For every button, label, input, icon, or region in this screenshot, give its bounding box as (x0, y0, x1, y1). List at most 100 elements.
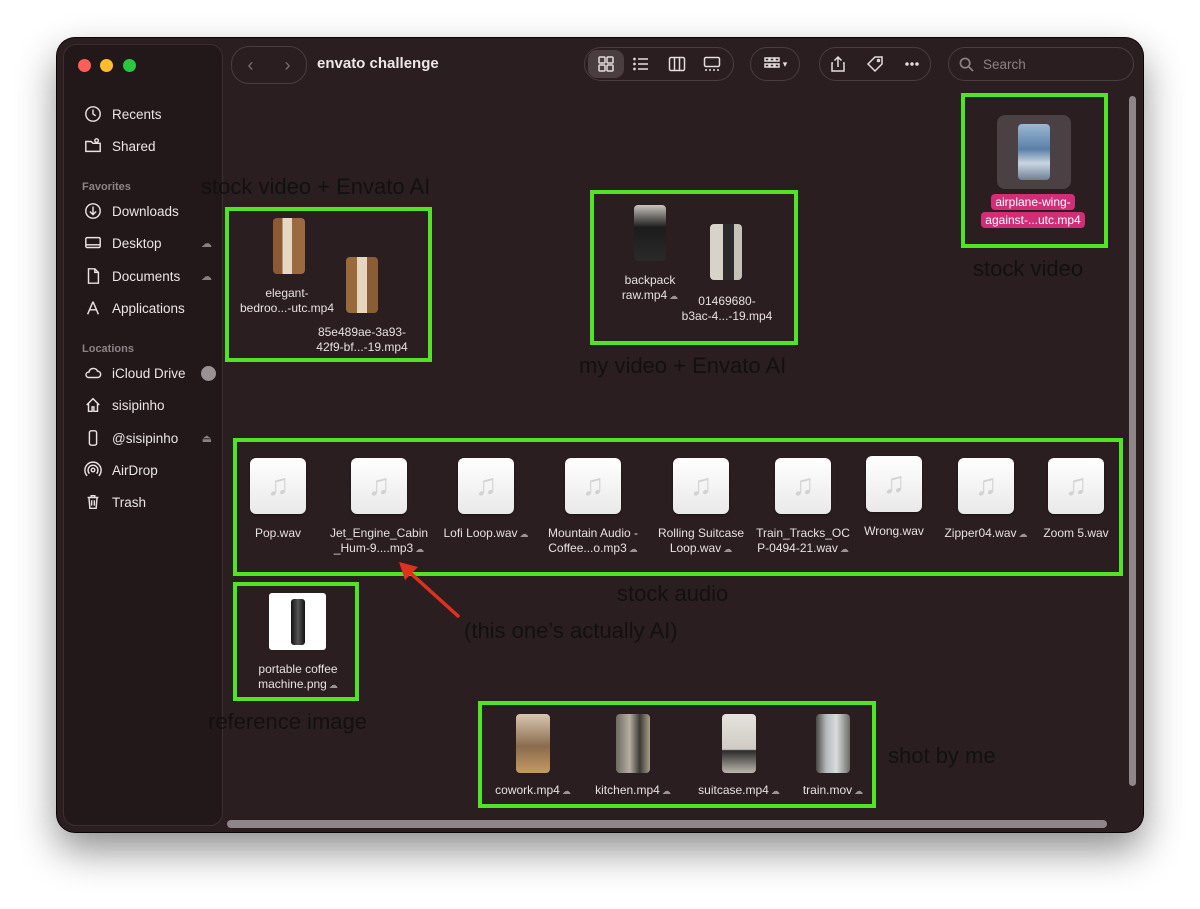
clock-icon (82, 104, 104, 124)
music-note-icon: ♫ (565, 458, 621, 514)
annotation-stock-audio: stock audio (617, 581, 729, 606)
gallery-icon (704, 56, 721, 71)
sidebar-item-device[interactable]: @sisipinho ⏏ (82, 427, 212, 449)
sidebar-item-desktop[interactable]: Desktop ☁ (82, 232, 212, 254)
music-note-icon: ♫ (250, 458, 306, 514)
sidebar: Recents Shared Favorites Downloads Deskt… (63, 44, 223, 826)
file-item[interactable]: ♫ Zoom 5.wav (1031, 458, 1121, 541)
icloud-status-icon: ☁ (561, 786, 571, 796)
action-group (819, 47, 931, 81)
file-thumbnail[interactable] (516, 714, 550, 773)
sidebar-item-shared[interactable]: Shared (82, 135, 212, 157)
file-thumbnail[interactable] (722, 714, 756, 773)
sidebar-item-trash[interactable]: Trash (82, 491, 212, 513)
sidebar-item-recents[interactable]: Recents (82, 103, 212, 125)
minimize-window-button[interactable] (100, 59, 113, 72)
music-note-icon: ♫ (673, 458, 729, 514)
file-thumbnail[interactable] (634, 205, 666, 261)
locations-header: Locations (82, 343, 134, 355)
file-item[interactable]: suitcase.mp4 ☁ (684, 783, 794, 799)
icon-view-button[interactable] (588, 50, 624, 78)
file-thumbnail[interactable] (816, 714, 850, 773)
music-note-icon: ♫ (458, 458, 514, 514)
file-item[interactable]: kitchen.mp4 ☁ (583, 783, 683, 799)
sidebar-item-icloud-drive[interactable]: iCloud Drive (82, 362, 216, 384)
download-icon (82, 201, 104, 221)
eject-icon[interactable]: ⏏ (202, 432, 212, 445)
file-item[interactable]: cowork.mp4 ☁ (483, 783, 583, 799)
file-item[interactable]: ♫ Pop.wav (228, 458, 328, 541)
icloud-status-icon: ☁ (854, 786, 864, 796)
group-by-button[interactable]: ▾ (750, 47, 800, 81)
file-item[interactable]: ♫ Mountain Audio - Coffee...o.mp3 ☁ (538, 458, 648, 557)
sidebar-item-airdrop[interactable]: AirDrop (82, 459, 212, 481)
forward-button[interactable]: › (269, 47, 306, 83)
icloud-status-icon: ☁ (201, 237, 212, 250)
icloud-status-icon: ☁ (661, 786, 671, 796)
file-item[interactable]: ♫ Wrong.wav (844, 456, 944, 539)
icloud-status-icon: ☁ (723, 544, 733, 554)
file-thumbnail[interactable] (616, 714, 650, 773)
file-item[interactable]: ♫ Zipper04.wav ☁ (931, 458, 1041, 542)
sidebar-item-sisipinho[interactable]: sisipinho (82, 394, 212, 416)
file-thumbnail[interactable] (269, 593, 326, 650)
zoom-window-button[interactable] (123, 59, 136, 72)
icloud-status-icon: ☁ (839, 544, 849, 554)
icloud-status-icon: ☁ (1018, 529, 1028, 539)
back-button[interactable]: ‹ (232, 47, 269, 83)
horizontal-scrollbar[interactable] (227, 820, 1107, 828)
file-item[interactable]: train.mov ☁ (783, 783, 883, 799)
airdrop-icon (82, 460, 104, 480)
file-item[interactable]: ♫ Lofi Loop.wav ☁ (431, 458, 541, 542)
gallery-view-button[interactable] (695, 50, 731, 78)
file-item[interactable]: ♫ Train_Tracks_OC P-0494-21.wav ☁ (748, 458, 858, 557)
cloud-icon (82, 363, 104, 383)
icloud-status-icon: ☁ (328, 680, 338, 690)
annotation-actually-ai: (this one’s actually AI) (464, 618, 678, 643)
shared-folder-icon (82, 136, 104, 156)
close-window-button[interactable] (78, 59, 91, 72)
column-view-button[interactable] (659, 50, 695, 78)
share-icon[interactable] (829, 55, 847, 73)
list-icon (633, 57, 649, 71)
grid-icon (598, 56, 614, 72)
file-item[interactable]: portable coffee machine.png ☁ (243, 662, 353, 693)
file-item[interactable]: 01469680- b3ac-4...-19.mp4 (677, 294, 777, 324)
chevron-right-icon: › (284, 54, 291, 75)
search-field[interactable] (948, 47, 1134, 81)
icloud-status-icon: ☁ (770, 786, 780, 796)
vertical-scrollbar[interactable] (1129, 96, 1136, 786)
search-input[interactable] (981, 55, 1125, 73)
phone-icon (82, 428, 104, 448)
navigation-group: ‹ › (231, 46, 307, 84)
file-thumbnail[interactable] (710, 224, 742, 280)
file-thumbnail[interactable] (273, 218, 305, 274)
applications-icon (82, 298, 104, 318)
trash-icon (82, 492, 104, 512)
annotation-reference: reference image (208, 709, 367, 734)
file-item-selected[interactable]: airplane-wing- against-...utc.mp4 (977, 193, 1089, 229)
file-item[interactable]: 85e489ae-3a93- 42f9-bf...-19.mp4 (297, 325, 427, 355)
icloud-status-icon: ☁ (201, 270, 212, 283)
file-item[interactable]: ♫ Jet_Engine_Cabin _Hum-9....mp3 ☁ (319, 458, 439, 557)
annotation-shot: shot by me (888, 743, 996, 768)
file-thumbnail[interactable] (1018, 124, 1050, 180)
file-item[interactable]: elegant- bedroo...-utc.mp4 (227, 286, 347, 316)
music-note-icon: ♫ (866, 456, 922, 512)
red-arrow-annotation (399, 562, 460, 618)
music-note-icon: ♫ (775, 458, 831, 514)
favorites-header: Favorites (82, 181, 131, 193)
group-grid-icon (763, 57, 780, 68)
annotation-stock-ai: stock video + Envato AI (201, 174, 431, 199)
tag-icon[interactable] (866, 55, 884, 73)
list-view-button[interactable] (624, 50, 660, 78)
chevron-down-icon: ▾ (782, 58, 788, 69)
more-icon[interactable] (903, 55, 921, 73)
sidebar-item-downloads[interactable]: Downloads (82, 200, 212, 222)
sidebar-item-documents[interactable]: Documents ☁ (82, 265, 212, 287)
file-item[interactable]: ♫ Rolling Suitcase Loop.wav ☁ (646, 458, 756, 557)
columns-icon (668, 56, 685, 72)
music-note-icon: ♫ (1048, 458, 1104, 514)
file-thumbnail[interactable] (346, 257, 378, 313)
sidebar-item-applications[interactable]: Applications (82, 297, 212, 319)
